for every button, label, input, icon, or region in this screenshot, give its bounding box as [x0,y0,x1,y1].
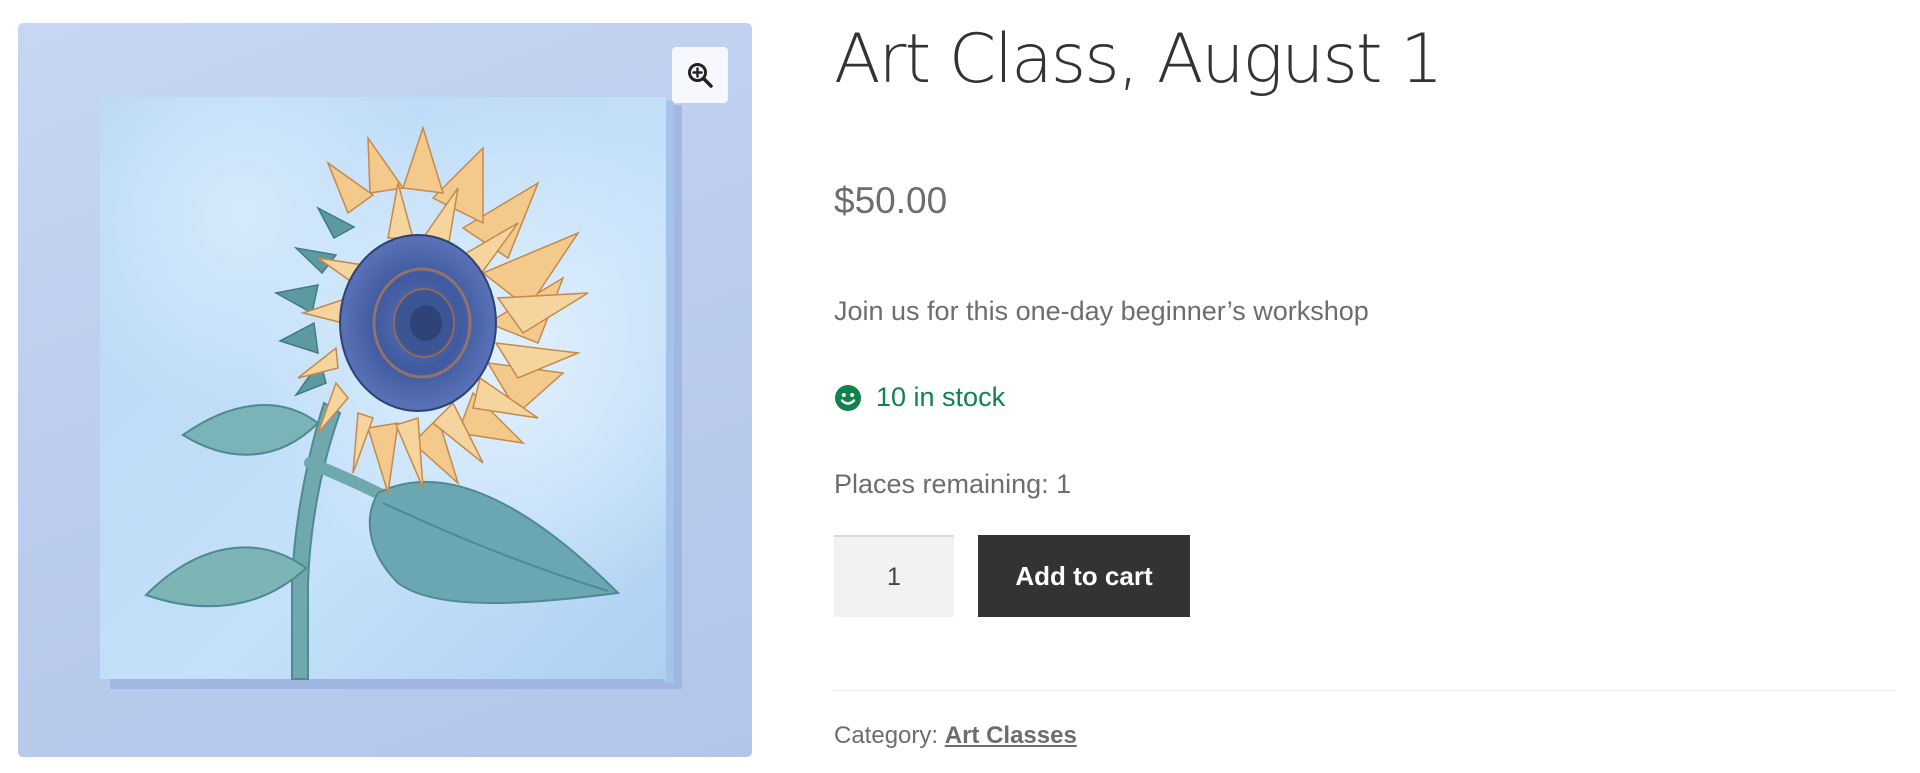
zoom-button[interactable] [672,47,728,103]
product-image-sunflower-canvas[interactable] [18,23,752,757]
divider [834,690,1894,691]
product-page: Art Class, August 1 $50.00 Join us for t… [0,0,1920,773]
product-price: $50.00 [834,180,948,221]
product-gallery[interactable] [18,23,752,757]
zoom-in-magnifier-icon [688,63,713,88]
product-meta: Category: Art Classes [834,722,1077,750]
product-short-description: Join us for this one-day beginner’s work… [834,296,1369,326]
category-link[interactable]: Art Classes [945,722,1077,749]
places-remaining: Places remaining: 1 [834,469,1072,499]
category-label: Category: [834,722,939,749]
stock-text: 10 in stock [876,382,1006,412]
product-title: Art Class, August 1 [834,20,1443,99]
add-to-cart-button[interactable]: Add to cart [978,535,1190,617]
smiley-face-icon [835,384,861,411]
stock-status: 10 in stock [834,382,1005,413]
quantity-input[interactable] [834,535,954,617]
